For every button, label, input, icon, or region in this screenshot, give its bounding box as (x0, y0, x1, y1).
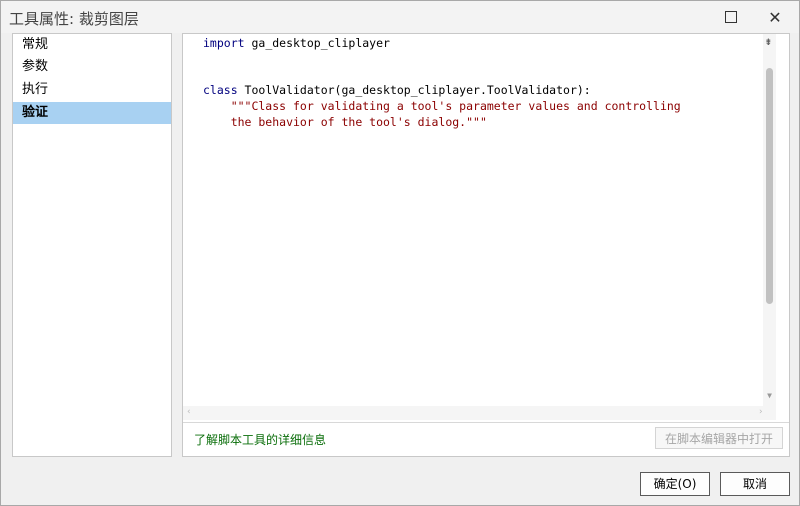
scroll-right-arrow-icon[interactable]: › (759, 407, 763, 417)
code-line: import ga_desktop_cliplayer (203, 36, 390, 50)
learn-more-link[interactable]: 了解脚本工具的详细信息 (194, 431, 326, 448)
horizontal-scrollbar[interactable]: ‹ › (183, 406, 776, 420)
code-keyword: import (203, 36, 245, 50)
code-docstring-line: """Class for validating a tool's paramet… (203, 99, 681, 113)
code-editor[interactable]: import ga_desktop_cliplayer class ToolVa… (183, 34, 776, 406)
split-handle-icon[interactable]: ⇟ (765, 34, 772, 48)
maximize-icon (725, 11, 737, 23)
code-line: class ToolValidator(ga_desktop_cliplayer… (203, 83, 591, 97)
open-in-script-editor-button[interactable]: 在脚本编辑器中打开 (655, 427, 783, 449)
close-button[interactable]: ✕ (753, 1, 797, 33)
scroll-down-arrow-icon[interactable]: ▼ (763, 391, 776, 400)
code-keyword: class (203, 83, 238, 97)
tool-properties-dialog: 工具属性: 裁剪图层 ✕ 常规 参数 执行 验证 import ga_deskt… (0, 0, 800, 506)
code-text: ToolValidator(ga_desktop_cliplayer.ToolV… (237, 83, 591, 97)
maximize-button[interactable] (709, 1, 753, 33)
validation-panel: import ga_desktop_cliplayer class ToolVa… (182, 33, 790, 457)
scroll-thumb[interactable] (766, 68, 773, 304)
code-text: ga_desktop_cliplayer (244, 36, 390, 50)
divider (183, 422, 789, 423)
sidebar-item-general[interactable]: 常规 (13, 34, 171, 56)
cancel-button[interactable]: 取消 (720, 472, 790, 496)
close-icon: ✕ (768, 7, 782, 27)
dialog-title: 工具属性: 裁剪图层 (9, 10, 139, 28)
scroll-left-arrow-icon[interactable]: ‹ (187, 407, 191, 417)
sidebar-item-execution[interactable]: 执行 (13, 79, 171, 101)
sidebar-item-parameters[interactable]: 参数 (13, 56, 171, 78)
category-list: 常规 参数 执行 验证 (12, 33, 172, 457)
vertical-scrollbar[interactable]: ⇟ ▼ (763, 34, 776, 406)
ok-button[interactable]: 确定(O) (640, 472, 710, 496)
code-docstring-line: the behavior of the tool's dialog.""" (203, 115, 487, 129)
sidebar-item-validation[interactable]: 验证 (13, 102, 171, 124)
title-bar: 工具属性: 裁剪图层 ✕ (1, 1, 799, 33)
